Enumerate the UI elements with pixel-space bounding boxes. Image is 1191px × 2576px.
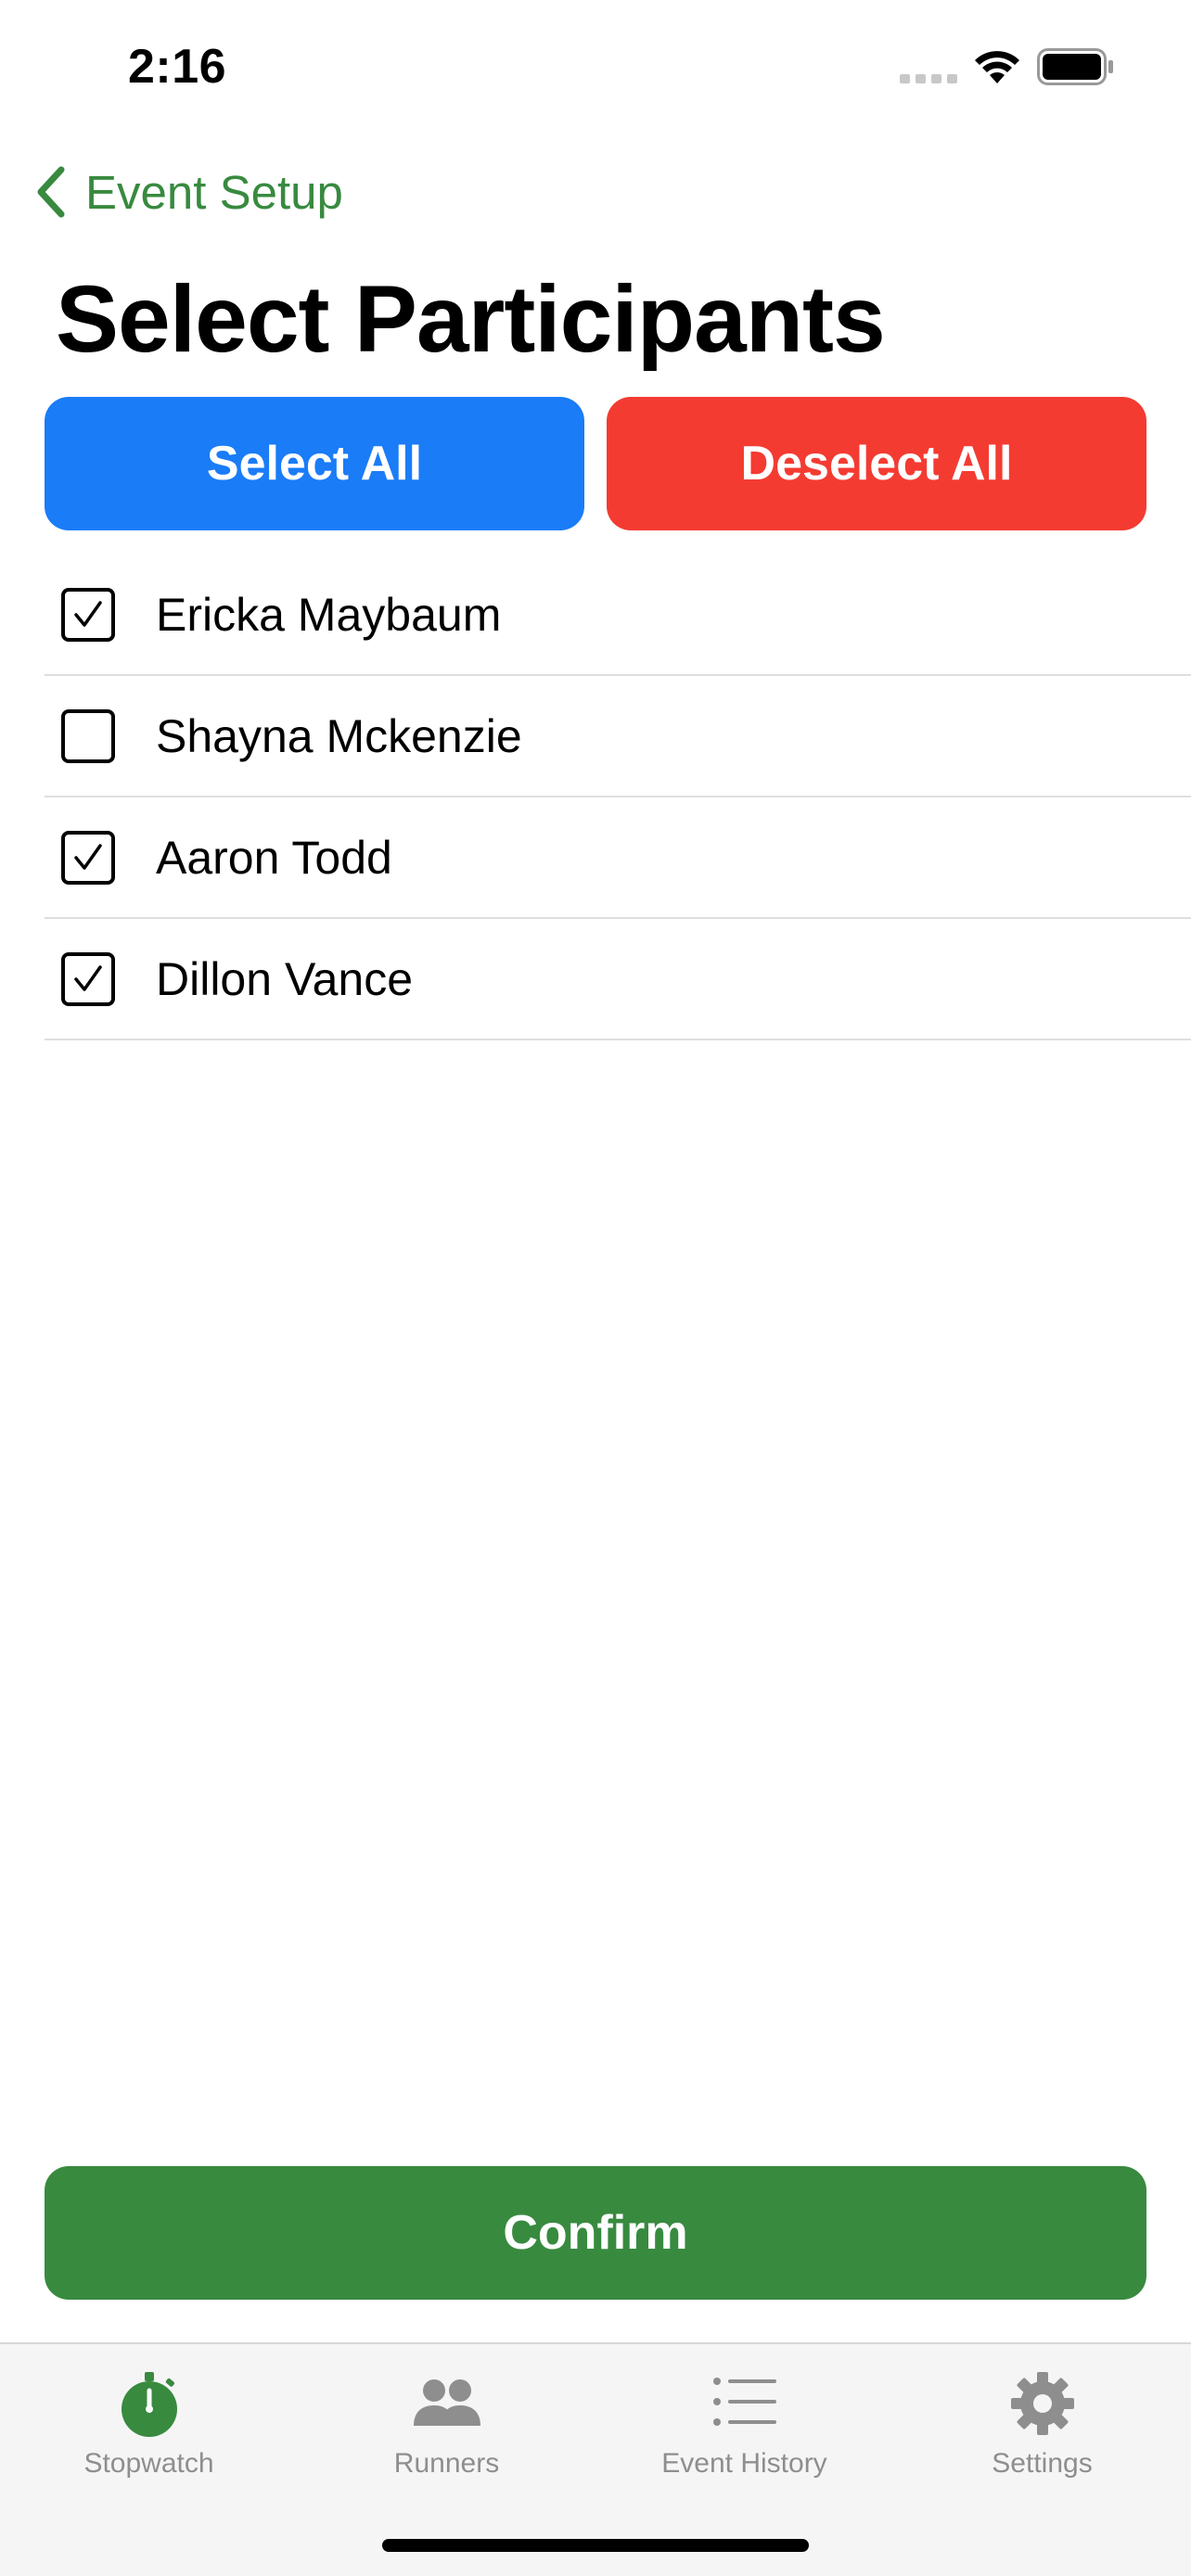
back-label: Event Setup bbox=[85, 165, 343, 219]
battery-icon bbox=[1037, 48, 1113, 85]
tab-event-history[interactable]: Event History bbox=[596, 2344, 893, 2493]
participant-row[interactable]: Aaron Todd bbox=[45, 797, 1191, 919]
gear-icon bbox=[1010, 2372, 1074, 2435]
page-title: Select Participants bbox=[56, 266, 886, 372]
participant-row[interactable]: Dillon Vance bbox=[45, 919, 1191, 1040]
cellular-signal-icon bbox=[900, 74, 957, 83]
checkbox[interactable] bbox=[61, 708, 115, 763]
checkbox[interactable] bbox=[61, 830, 115, 885]
list-icon bbox=[712, 2378, 776, 2426]
back-button[interactable]: Event Setup bbox=[32, 159, 343, 224]
checkmark-icon bbox=[74, 600, 102, 627]
chevron-left-icon bbox=[37, 166, 65, 218]
participant-name: Shayna Mckenzie bbox=[156, 709, 522, 762]
confirm-button[interactable]: Confirm bbox=[45, 2166, 1146, 2300]
tab-label: Settings bbox=[992, 2448, 1093, 2479]
deselect-all-button[interactable]: Deselect All bbox=[607, 397, 1146, 530]
select-all-button[interactable]: Select All bbox=[45, 397, 584, 530]
tab-label: Event History bbox=[661, 2448, 827, 2479]
tab-stopwatch[interactable]: Stopwatch bbox=[0, 2344, 298, 2493]
wifi-icon bbox=[975, 51, 1019, 83]
stopwatch-icon bbox=[121, 2372, 177, 2437]
tab-settings[interactable]: Settings bbox=[893, 2344, 1191, 2493]
participant-name: Aaron Todd bbox=[156, 831, 392, 884]
checkmark-icon bbox=[74, 843, 102, 870]
checkbox[interactable] bbox=[61, 951, 115, 1006]
tab-label: Runners bbox=[393, 2448, 500, 2479]
people-icon bbox=[413, 2379, 480, 2426]
participant-row[interactable]: Ericka Maybaum bbox=[45, 555, 1191, 676]
status-bar: 2:16 bbox=[0, 0, 1191, 139]
tab-runners[interactable]: Runners bbox=[298, 2344, 596, 2493]
participant-row[interactable]: Shayna Mckenzie bbox=[45, 676, 1191, 797]
checkmark-icon bbox=[74, 964, 102, 991]
checkbox[interactable] bbox=[61, 587, 115, 642]
tab-label: Stopwatch bbox=[83, 2448, 214, 2479]
status-time: 2:16 bbox=[128, 40, 227, 94]
participants-list: Ericka Maybaum Shayna Mckenzie Aaron Tod… bbox=[45, 555, 1191, 1040]
participant-name: Ericka Maybaum bbox=[156, 588, 502, 641]
participant-name: Dillon Vance bbox=[156, 952, 414, 1005]
home-indicator bbox=[382, 2539, 809, 2552]
